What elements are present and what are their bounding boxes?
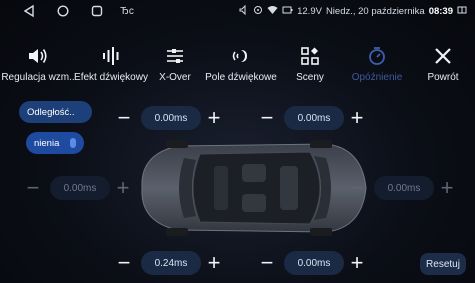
tab-sound-field[interactable]: Pole dźwiękowe (203, 34, 279, 96)
tab-gain[interactable]: Regulacja wzm.. (0, 34, 76, 96)
tab-return[interactable]: Powrót (418, 34, 468, 96)
audio-toolbar: Regulacja wzm.. Efekt dźwiękowy X-Over P… (0, 34, 475, 96)
home-nav-icon[interactable] (56, 4, 70, 18)
mid-right-plus-button[interactable]: + (436, 175, 458, 201)
timer-icon (368, 42, 386, 70)
delay-mode-toggle[interactable]: nienia (26, 132, 84, 154)
sound-field-icon (231, 42, 251, 70)
front-left-plus-button[interactable]: + (203, 105, 225, 131)
toggle-knob (70, 138, 76, 148)
tab-scenes[interactable]: Sceny (285, 34, 335, 96)
rear-right-plus-button[interactable]: + (346, 250, 368, 276)
front-right-value: 0.00ms (284, 106, 344, 130)
location-status-icon (253, 5, 263, 18)
delay-rear-right: − 0.00ms + (256, 250, 368, 276)
tab-x-over-label: X-Over (159, 72, 191, 83)
close-icon (434, 42, 452, 70)
front-right-plus-button[interactable]: + (346, 105, 368, 131)
rear-right-value: 0.00ms (284, 251, 344, 275)
mid-left-value: 0.00ms (50, 176, 110, 200)
status-right: 12.9V Niedz., 20 października 08:39 (239, 0, 467, 22)
recent-apps-icon[interactable] (90, 4, 104, 18)
screen-mirror-icon (457, 5, 467, 18)
distance-toggle[interactable]: Odległość.. (19, 101, 92, 123)
crossover-icon (165, 42, 185, 70)
back-nav-icon[interactable] (22, 4, 36, 18)
tab-delay-label: Opóźnienie (351, 72, 403, 83)
scenes-icon (301, 42, 319, 70)
tab-sound-field-label: Pole dźwiękowe (205, 72, 277, 83)
reset-button[interactable]: Resetuj (420, 253, 466, 275)
mid-right-minus-button[interactable]: − (346, 175, 368, 201)
tab-sound-effect-label: Efekt dźwiękowy (74, 72, 148, 83)
front-right-minus-button[interactable]: − (256, 105, 278, 131)
delay-mode-label: nienia (34, 137, 60, 149)
delay-rear-left: − 0.24ms + (113, 250, 225, 276)
mid-left-plus-button[interactable]: + (112, 175, 134, 201)
date-text: Niedz., 20 października (325, 5, 425, 17)
battery-icon (282, 5, 293, 18)
front-left-minus-button[interactable]: − (113, 105, 135, 131)
tab-delay[interactable]: Opóźnienie (348, 34, 406, 96)
speaker-volume-icon (28, 42, 48, 70)
front-left-value: 0.00ms (141, 106, 201, 130)
mid-right-value: 0.00ms (374, 176, 434, 200)
tab-scenes-label: Sceny (296, 72, 324, 83)
status-bar: Ђc 12.9V Niedz., 20 października 08:39 (0, 0, 475, 22)
bluetooth-status-icon: Ђc (120, 5, 134, 17)
rear-right-minus-button[interactable]: − (256, 250, 278, 276)
rear-left-minus-button[interactable]: − (113, 250, 135, 276)
delay-front-right: − 0.00ms + (256, 105, 368, 131)
voltage-text: 12.9V (297, 5, 322, 17)
car-top-view (130, 132, 372, 244)
volume-status-icon (239, 4, 249, 18)
rear-left-value: 0.24ms (141, 251, 201, 275)
rear-left-plus-button[interactable]: + (203, 250, 225, 276)
equalizer-icon (102, 42, 120, 70)
wifi-status-icon (267, 5, 278, 18)
mid-left-minus-button[interactable]: − (22, 175, 44, 201)
clock-text: 08:39 (428, 5, 453, 17)
tab-gain-label: Regulacja wzm.. (1, 72, 75, 83)
delay-mid-right: − 0.00ms + (346, 175, 458, 201)
tab-return-label: Powrót (427, 72, 459, 83)
delay-front-left: − 0.00ms + (113, 105, 225, 131)
tab-sound-effect[interactable]: Efekt dźwiękowy (74, 34, 148, 96)
delay-mid-left: − 0.00ms + (22, 175, 134, 201)
tab-x-over[interactable]: X-Over (150, 34, 200, 96)
